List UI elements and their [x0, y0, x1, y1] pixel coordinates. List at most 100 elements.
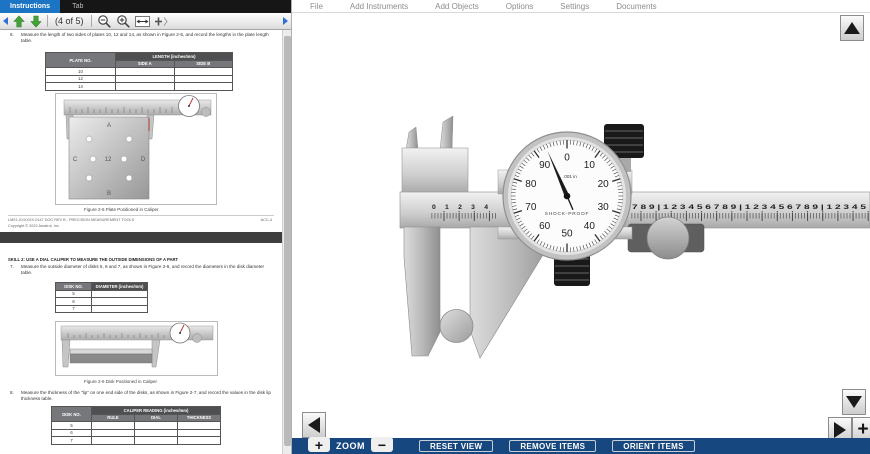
- fit-width-icon[interactable]: [135, 16, 150, 27]
- tab-instructions[interactable]: Instructions: [0, 0, 60, 13]
- pan-up-button[interactable]: [840, 15, 864, 41]
- table-row: 6: [52, 429, 221, 437]
- toolbar-separator: [91, 15, 92, 27]
- pan-left-button[interactable]: [302, 412, 326, 438]
- right-arrow-icon: [834, 422, 846, 438]
- view-toolbar: + ZOOM − RESET VIEW REMOVE ITEMS ORIENT …: [292, 438, 870, 454]
- plate-label-right: D: [141, 157, 146, 163]
- footer-page-number: ACC-4: [261, 218, 272, 222]
- plate-caliper-drawing: A C 12 D B: [56, 94, 216, 204]
- 3d-viewport[interactable]: 0 1 2 3 4 7 8 9 | 1 2 3 4 5 6 7 8 9 | 1 …: [292, 13, 870, 438]
- col-header-disk-no: DISK NO.: [52, 407, 92, 422]
- orient-items-button[interactable]: ORIENT ITEMS: [612, 440, 695, 452]
- svg-text:30: 30: [598, 202, 610, 213]
- dial-caliper-3d-model[interactable]: 0 1 2 3 4 7 8 9 | 1 2 3 4 5 6 7 8 9 | 1 …: [292, 13, 870, 438]
- upper-fixed-jaw: [406, 127, 418, 150]
- remove-items-button[interactable]: REMOVE ITEMS: [509, 440, 596, 452]
- table-row: 6: [56, 298, 148, 306]
- plate-label-center: 12: [105, 157, 112, 163]
- menu-settings[interactable]: Settings: [560, 2, 589, 11]
- document-panel: Instructions Tab (4 of 5): [0, 0, 292, 454]
- step-number: 7.: [10, 264, 17, 276]
- pan-right-button[interactable]: [828, 417, 852, 438]
- up-arrow-icon: [844, 22, 860, 34]
- step-text: Measure the thickness of the "lip" on on…: [21, 390, 276, 402]
- step-number: 8.: [10, 390, 17, 402]
- table-row: 14: [46, 83, 233, 91]
- zoom-in-icon[interactable]: [116, 14, 130, 28]
- svg-text:40: 40: [584, 221, 596, 232]
- col-header-side-b: SIDE B: [174, 60, 233, 68]
- page-indicator: (4 of 5): [53, 16, 86, 26]
- plate-label-left: C: [73, 157, 78, 163]
- instruction-step-8: 8. Measure the thickness of the "lip" on…: [10, 390, 276, 402]
- toolbar-separator: [47, 15, 48, 27]
- fixed-jaw: [404, 227, 440, 356]
- figure2-caption: Figure 2-6 Disk Positioned in Caliper: [84, 379, 157, 384]
- footer-rule: [8, 215, 274, 216]
- section-header: SKILL 2: USE A DIAL CALIPER TO MEASURE T…: [8, 257, 276, 262]
- svg-text:70: 70: [525, 202, 537, 213]
- zoom-plus-button[interactable]: +: [852, 417, 870, 438]
- document-tab-bar: Instructions Tab: [0, 0, 291, 13]
- scroll-left-icon[interactable]: [3, 17, 8, 25]
- dial-indicator[interactable]: 0102030405060708090 ↔ .001 in SHOCK-PROO…: [503, 132, 631, 260]
- upper-sliding-jaw: [440, 116, 453, 150]
- step-number: 6.: [10, 32, 17, 44]
- svg-text:60: 60: [539, 221, 551, 232]
- table-row: 5: [56, 290, 148, 298]
- table-row: 7: [52, 437, 221, 445]
- plate-label-bottom: B: [107, 191, 111, 197]
- simulator-panel: File Add Instruments Add Objects Options…: [292, 0, 870, 454]
- thumb-roller[interactable]: [647, 217, 689, 259]
- figure1-caption: Figure 2-5 Plate Positioned in Caliper: [84, 207, 159, 212]
- col-header-side-a: SIDE A: [116, 60, 175, 68]
- figure-disk-in-caliper: [55, 321, 218, 376]
- svg-text:80: 80: [525, 179, 537, 190]
- step-text: Measure the length of two sides of plate…: [21, 32, 276, 44]
- beam-scale-left: 0 1 2 3 4: [432, 204, 488, 211]
- zoom-label: ZOOM: [336, 441, 365, 451]
- zoom-out-button[interactable]: −: [371, 437, 393, 452]
- plate-label-top: A: [107, 123, 111, 129]
- svg-text:50: 50: [561, 229, 573, 240]
- tab-secondary[interactable]: Tab: [60, 0, 95, 13]
- pan-down-button[interactable]: [842, 389, 866, 415]
- col-header-thickness: THICKNESS: [178, 414, 221, 422]
- col-header-dial: DIAL: [135, 414, 178, 422]
- menu-bar: File Add Instruments Add Objects Options…: [292, 0, 870, 13]
- scroll-right-icon[interactable]: [283, 17, 288, 25]
- svg-text:10: 10: [584, 160, 596, 171]
- disk-diameter-table: DISK NO. DIAMETER (inches/mm) 5 6 7: [55, 282, 148, 313]
- figure-plate-in-caliper: A C 12 D B: [55, 93, 217, 205]
- col-header-caliper-reading: CALIPER READING (inches/mm): [92, 407, 221, 415]
- page-up-icon[interactable]: [13, 15, 25, 28]
- svg-text:90: 90: [539, 160, 551, 171]
- scrollbar-thumb[interactable]: [284, 36, 291, 446]
- left-arrow-icon: [308, 417, 320, 433]
- table-row: 7: [56, 305, 148, 313]
- dial-face-text: SHOCK-PROOF: [545, 211, 590, 217]
- menu-options[interactable]: Options: [506, 2, 534, 11]
- document-scrollbar[interactable]: [282, 30, 291, 454]
- measured-disk[interactable]: [440, 310, 473, 343]
- menu-file[interactable]: File: [310, 2, 323, 11]
- down-arrow-icon: [846, 396, 862, 408]
- menu-add-instruments[interactable]: Add Instruments: [350, 2, 408, 11]
- svg-text:20: 20: [598, 179, 610, 190]
- expand-view-icon[interactable]: [155, 16, 168, 27]
- menu-add-objects[interactable]: Add Objects: [435, 2, 479, 11]
- zoom-out-icon[interactable]: [97, 14, 111, 28]
- table-row: 12: [46, 75, 233, 83]
- disk-caliper-drawing: [56, 322, 217, 375]
- app-window: Instructions Tab (4 of 5): [0, 0, 870, 454]
- page-down-icon[interactable]: [30, 15, 42, 28]
- disk-lip-thickness-table: DISK NO. CALIPER READING (inches/mm) RUL…: [51, 406, 221, 445]
- document-viewer[interactable]: 6. Measure the length of two sides of pl…: [0, 30, 291, 454]
- reset-view-button[interactable]: RESET VIEW: [419, 440, 493, 452]
- zoom-in-button[interactable]: +: [308, 437, 330, 452]
- menu-documents[interactable]: Documents: [616, 2, 656, 11]
- col-header-diameter: DIAMETER (inches/mm): [92, 283, 148, 291]
- step-text: Measure the outside diameter of disks 5,…: [21, 264, 276, 276]
- document-toolbar: (4 of 5): [0, 13, 291, 30]
